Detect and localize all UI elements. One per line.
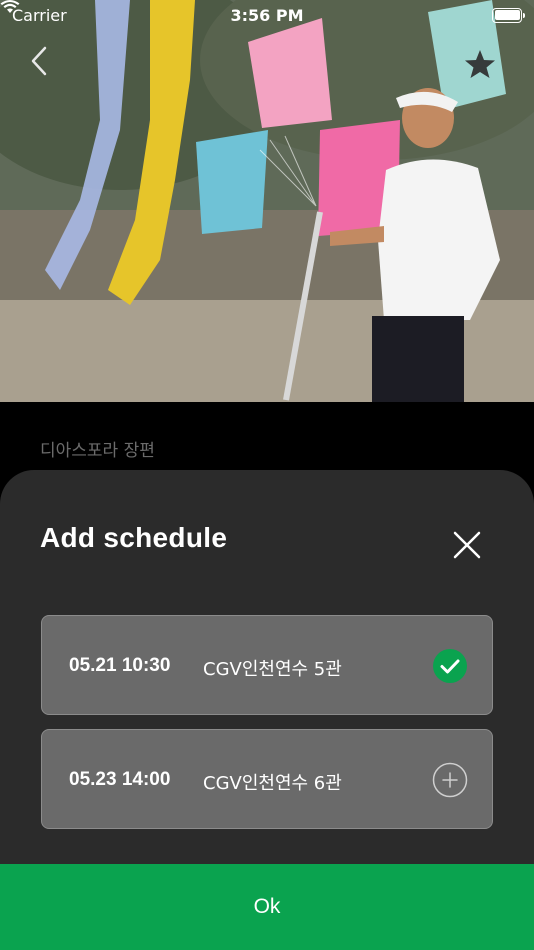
ok-button-label: Ok: [253, 895, 281, 918]
schedule-place: CGV인천연수 6관: [203, 773, 342, 794]
status-bar: Carrier 3:56 PM: [0, 0, 534, 30]
battery-icon: [492, 7, 525, 23]
schedule-place: CGV인천연수 5관: [203, 659, 342, 680]
sheet-title: Add schedule: [40, 522, 228, 553]
schedule-item[interactable]: 05.23 14:00 CGV인천연수 6관: [41, 729, 493, 829]
ok-button[interactable]: Ok: [0, 864, 534, 950]
close-button[interactable]: [448, 526, 486, 564]
star-icon: [465, 50, 495, 78]
back-button[interactable]: [30, 46, 64, 86]
hero-image: Carrier 3:56 PM: [0, 0, 534, 402]
plus-circle-icon[interactable]: [432, 762, 468, 798]
schedule-datetime: 05.23 14:00: [69, 769, 171, 790]
close-icon: [453, 531, 481, 559]
schedule-datetime: 05.21 10:30: [69, 655, 171, 676]
hero-illustration: [0, 0, 534, 402]
favorite-button[interactable]: [462, 46, 498, 82]
schedule-item[interactable]: 05.21 10:30 CGV인천연수 5관: [41, 615, 493, 715]
check-circle-icon[interactable]: [432, 648, 468, 684]
status-time: 3:56 PM: [230, 6, 304, 25]
chevron-left-icon: [31, 46, 47, 76]
film-title: 디아스포라 장편: [40, 441, 155, 461]
